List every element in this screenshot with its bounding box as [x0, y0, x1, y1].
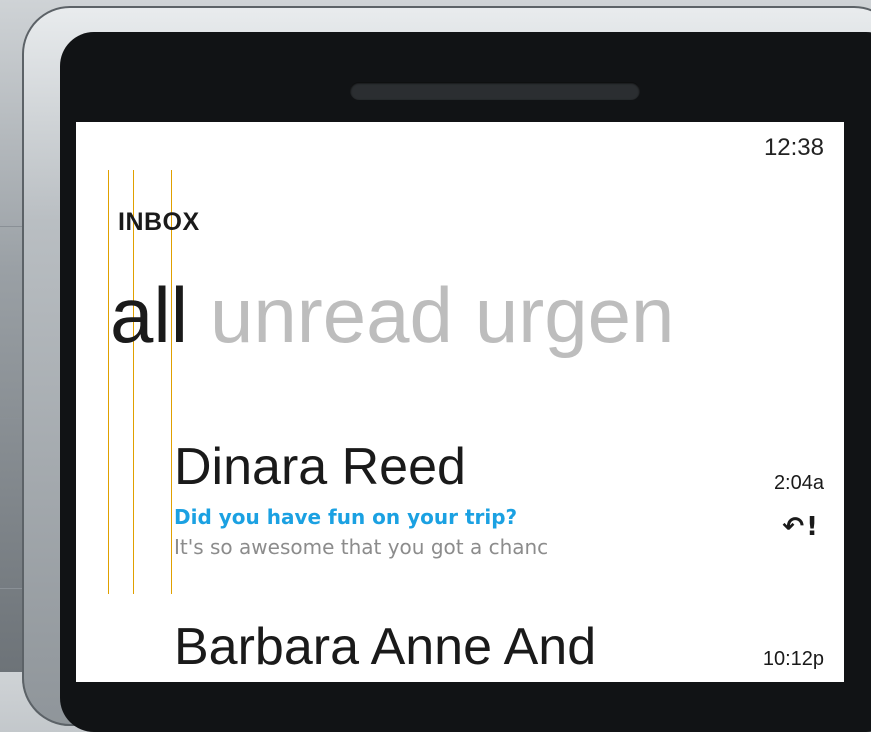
- phone-screen: 12:38 INBOX all unread urgen Dinara Reed D…: [76, 122, 844, 682]
- message-preview: It's so awesome that you got a chanc: [174, 534, 549, 559]
- pivot-header: all unread urgen: [110, 276, 696, 354]
- message-item[interactable]: Barbara Anne And 10:12p: [174, 620, 844, 675]
- pivot-item-urgent[interactable]: urgen: [475, 271, 675, 359]
- urgent-icon: !: [806, 512, 820, 542]
- page-title: INBOX: [118, 208, 200, 236]
- pivot-item-all[interactable]: all: [110, 271, 188, 359]
- message-time: 2:04a: [773, 472, 824, 494]
- message-subject: Did you have fun on your trip?: [174, 504, 518, 529]
- reply-icon: ↶: [782, 512, 807, 542]
- pivot-item-unread[interactable]: unread: [210, 271, 453, 359]
- status-bar-time: 12:38: [763, 134, 824, 161]
- message-sender: Barbara Anne And: [174, 618, 597, 676]
- message-sender: Dinara Reed: [174, 438, 466, 496]
- phone-speaker: [350, 82, 640, 100]
- message-item[interactable]: Dinara Reed Did you have fun on your tri…: [174, 440, 844, 559]
- guide-line: [108, 170, 109, 594]
- message-flags: ↶!: [782, 512, 820, 542]
- message-time: 10:12p: [762, 648, 824, 670]
